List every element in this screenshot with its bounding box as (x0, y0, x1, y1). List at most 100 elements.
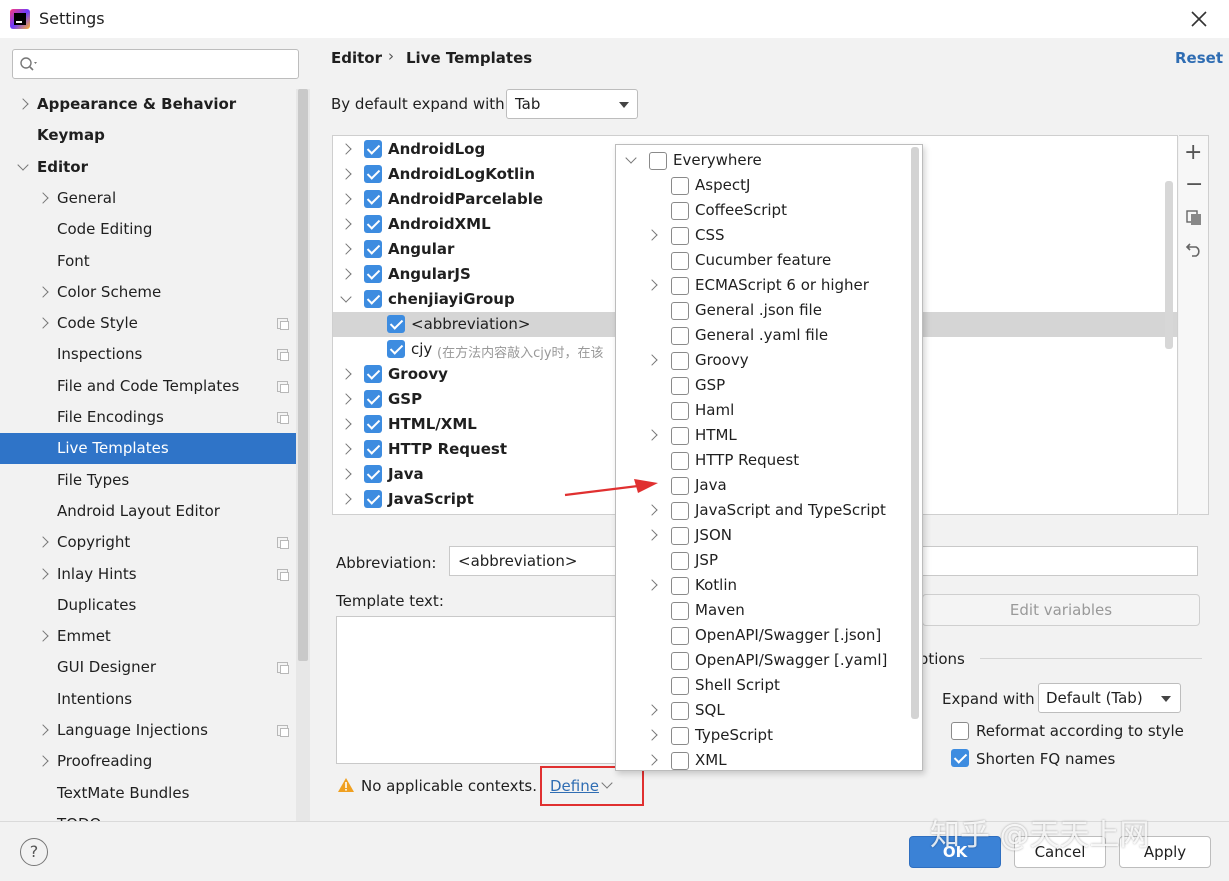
close-icon[interactable] (1188, 8, 1210, 30)
chevron-right-icon[interactable] (340, 418, 352, 430)
context-checkbox[interactable] (671, 677, 689, 695)
chevron-right-icon[interactable] (646, 354, 658, 366)
chevron-down-icon[interactable] (625, 152, 637, 164)
sidebar-item[interactable]: TextMate Bundles (0, 778, 296, 809)
context-item[interactable]: Haml (616, 398, 908, 423)
sidebar-item[interactable]: Inspections (0, 339, 296, 370)
template-checkbox[interactable] (364, 290, 382, 308)
sidebar-item[interactable]: Android Layout Editor (0, 496, 296, 527)
sidebar-item[interactable]: Duplicates (0, 590, 296, 621)
breadcrumb-editor[interactable]: Editor (331, 49, 382, 67)
sidebar-item[interactable]: Color Scheme (0, 277, 296, 308)
chevron-down-icon[interactable] (17, 158, 29, 171)
context-checkbox[interactable] (671, 627, 689, 645)
context-checkbox[interactable] (671, 277, 689, 295)
sidebar-item[interactable]: Editor (0, 152, 296, 183)
chevron-right-icon[interactable] (37, 630, 49, 642)
template-checkbox[interactable] (364, 190, 382, 208)
chevron-right-icon[interactable] (340, 368, 352, 380)
add-icon[interactable]: + (1184, 140, 1202, 165)
chevron-right-icon[interactable] (646, 504, 658, 516)
context-item[interactable]: Shell Script (616, 673, 908, 698)
copy-icon[interactable] (1186, 210, 1202, 226)
reset-link[interactable]: Reset (1175, 49, 1223, 67)
template-checkbox[interactable] (364, 215, 382, 233)
context-checkbox[interactable] (671, 652, 689, 670)
context-checkbox[interactable] (671, 727, 689, 745)
chevron-right-icon[interactable] (646, 754, 658, 766)
expand-with-select[interactable]: Default (Tab) (1038, 683, 1181, 713)
context-item[interactable]: Everywhere (616, 148, 908, 173)
context-checkbox[interactable] (671, 452, 689, 470)
sidebar-item[interactable]: File and Code Templates (0, 371, 296, 402)
sidebar-scrollbar-thumb[interactable] (298, 89, 308, 661)
chevron-right-icon[interactable] (340, 143, 352, 155)
context-checkbox[interactable] (671, 252, 689, 270)
edit-variables-button[interactable]: Edit variables (922, 594, 1200, 626)
shorten-fq-label[interactable]: Shorten FQ names (976, 750, 1115, 768)
search-input[interactable] (41, 54, 291, 74)
context-checkbox[interactable] (671, 427, 689, 445)
sidebar-item[interactable]: General (0, 183, 296, 214)
sidebar-item[interactable]: Code Style (0, 308, 296, 339)
context-item[interactable]: JavaScript and TypeScript (616, 498, 908, 523)
sidebar-item[interactable]: Language Injections (0, 715, 296, 746)
template-checkbox[interactable] (364, 415, 382, 433)
chevron-right-icon[interactable] (646, 704, 658, 716)
chevron-right-icon[interactable] (37, 724, 49, 736)
sidebar-item[interactable]: Live Templates (0, 433, 296, 465)
define-link[interactable]: Define (550, 777, 599, 795)
context-item[interactable]: CSS (616, 223, 908, 248)
context-checkbox[interactable] (671, 302, 689, 320)
chevron-right-icon[interactable] (340, 168, 352, 180)
chevron-right-icon[interactable] (340, 468, 352, 480)
context-item[interactable]: HTML (616, 423, 908, 448)
chevron-right-icon[interactable] (37, 192, 49, 204)
expand-default-select[interactable]: Tab (506, 89, 638, 119)
context-checkbox[interactable] (671, 527, 689, 545)
context-item[interactable]: GSP (616, 373, 908, 398)
chevron-right-icon[interactable] (17, 98, 29, 110)
context-item[interactable]: Kotlin (616, 573, 908, 598)
template-checkbox[interactable] (364, 465, 382, 483)
context-item[interactable]: JSP (616, 548, 908, 573)
context-checkbox[interactable] (671, 352, 689, 370)
context-checkbox[interactable] (671, 702, 689, 720)
chevron-right-icon[interactable] (340, 393, 352, 405)
context-checkbox[interactable] (671, 377, 689, 395)
template-checkbox[interactable] (387, 340, 405, 358)
context-checkbox[interactable] (671, 477, 689, 495)
template-checkbox[interactable] (387, 315, 405, 333)
chevron-right-icon[interactable] (646, 729, 658, 741)
sidebar-item[interactable]: Intentions (0, 684, 296, 715)
sidebar-item[interactable]: Proofreading (0, 746, 296, 777)
context-item[interactable]: Cucumber feature (616, 248, 908, 273)
template-checkbox[interactable] (364, 265, 382, 283)
chevron-right-icon[interactable] (646, 279, 658, 291)
sidebar-item[interactable]: File Encodings (0, 402, 296, 433)
context-popup-scrollbar[interactable] (911, 147, 919, 719)
template-checkbox[interactable] (364, 365, 382, 383)
remove-icon[interactable]: − (1185, 172, 1203, 197)
sidebar-item[interactable]: TODO (0, 809, 296, 821)
reformat-checkbox[interactable] (951, 722, 969, 740)
context-item[interactable]: Maven (616, 598, 908, 623)
template-checkbox[interactable] (364, 140, 382, 158)
sidebar-item[interactable]: Font (0, 246, 296, 277)
context-checkbox[interactable] (671, 502, 689, 520)
sidebar-scrollbar-track[interactable] (296, 89, 310, 821)
context-item[interactable]: General .json file (616, 298, 908, 323)
context-checkbox[interactable] (671, 402, 689, 420)
template-checkbox[interactable] (364, 165, 382, 183)
chevron-right-icon[interactable] (340, 243, 352, 255)
chevron-right-icon[interactable] (646, 429, 658, 441)
context-item[interactable]: Groovy (616, 348, 908, 373)
context-checkbox[interactable] (671, 202, 689, 220)
context-checkbox[interactable] (671, 752, 689, 770)
context-item[interactable]: AspectJ (616, 173, 908, 198)
undo-icon[interactable] (1185, 240, 1203, 258)
context-item[interactable]: TypeScript (616, 723, 908, 748)
reformat-label[interactable]: Reformat according to style (976, 722, 1184, 740)
chevron-right-icon[interactable] (340, 193, 352, 205)
context-item[interactable]: SQL (616, 698, 908, 723)
